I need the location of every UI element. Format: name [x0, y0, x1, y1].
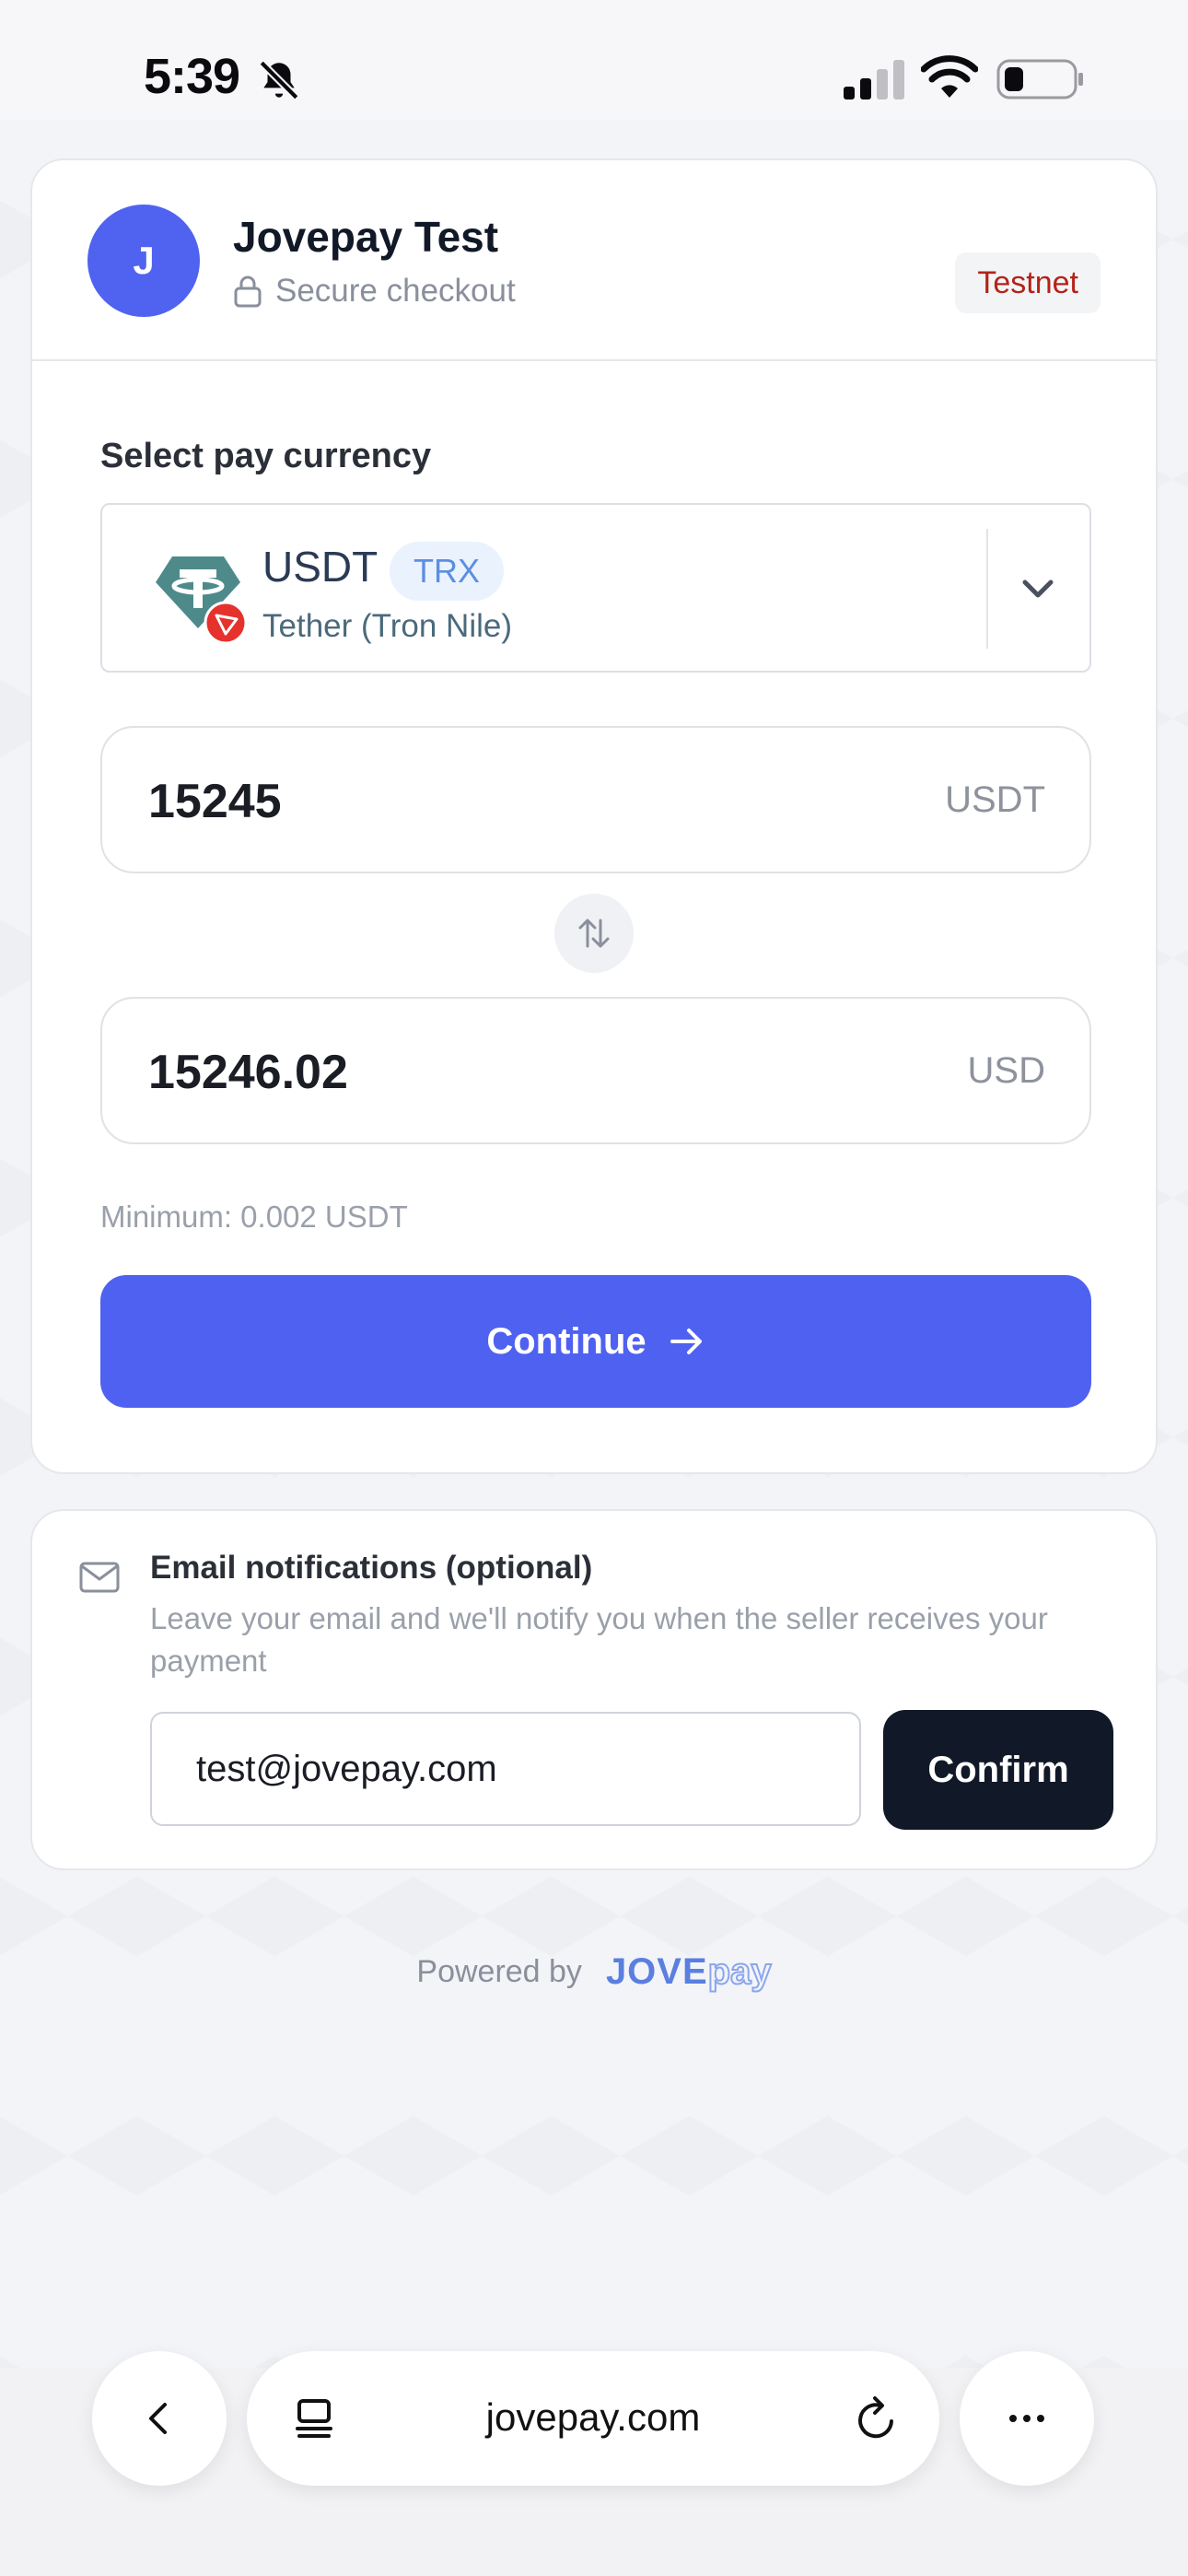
lock-icon — [234, 275, 262, 308]
secure-checkout-label: Secure checkout — [275, 273, 516, 309]
status-time: 5:39 — [144, 49, 240, 104]
jovepay-logo[interactable]: JOVE pay — [605, 1950, 773, 1993]
fiat-amount-input[interactable]: 15246.02 USD — [100, 997, 1091, 1144]
crypto-amount-value: 15245 — [148, 775, 282, 828]
tether-tron-icon — [156, 556, 248, 645]
bell-muted-icon — [259, 60, 299, 100]
cellular-signal-icon — [844, 60, 904, 100]
powered-by-label: Powered by — [416, 1954, 582, 1989]
back-button[interactable] — [92, 2351, 227, 2486]
address-bar[interactable]: jovepay.com — [247, 2351, 939, 2486]
currency-code: USDT — [262, 543, 379, 591]
currency-select[interactable]: USDT TRX Tether (Tron Nile) — [100, 503, 1091, 673]
continue-label: Continue — [486, 1320, 646, 1362]
crypto-amount-unit: USDT — [945, 779, 1045, 820]
wifi-icon — [921, 55, 978, 98]
url-text: jovepay.com — [485, 2395, 701, 2439]
mail-icon — [79, 1562, 120, 1593]
swap-arrows-icon — [578, 919, 610, 948]
fiat-amount-value: 15246.02 — [148, 1046, 348, 1099]
confirm-button[interactable]: Confirm — [883, 1710, 1113, 1830]
select-currency-label: Select pay currency — [100, 437, 432, 475]
merchant-name: Jovepay Test — [233, 213, 499, 261]
testnet-badge: Testnet — [955, 252, 1101, 313]
more-options-button[interactable] — [960, 2351, 1094, 2486]
status-bar: 5:39 — [0, 0, 1188, 120]
chevron-left-icon — [149, 2403, 167, 2434]
powered-by: Powered by JOVE pay — [0, 1950, 1188, 1993]
crypto-amount-input[interactable]: 15245 USDT — [100, 726, 1091, 873]
minimum-amount-note: Minimum: 0.002 USDT — [100, 1200, 408, 1234]
email-field[interactable]: test@jovepay.com — [150, 1712, 861, 1826]
reload-icon[interactable] — [853, 2394, 901, 2443]
chevron-down-icon[interactable] — [1018, 573, 1058, 606]
brand-secondary: pay — [707, 1950, 773, 1993]
email-description: Leave your email and we'll notify you wh… — [150, 1601, 1048, 1678]
swap-button[interactable] — [554, 894, 634, 973]
more-dots-icon — [1009, 2415, 1044, 2422]
fiat-amount-unit: USD — [967, 1050, 1045, 1091]
battery-icon — [996, 59, 1083, 100]
currency-name: Tether (Tron Nile) — [262, 608, 512, 644]
merchant-avatar: J — [87, 205, 200, 317]
email-notifications-card: Email notifications (optional) Leave you… — [30, 1509, 1158, 1870]
secure-checkout: Secure checkout — [233, 273, 516, 310]
select-divider — [986, 529, 988, 649]
continue-button[interactable]: Continue — [100, 1275, 1091, 1408]
brand-primary: JOVE — [605, 1951, 708, 1992]
email-title: Email notifications (optional) — [150, 1550, 593, 1586]
network-badge: TRX — [390, 542, 504, 601]
checkout-card: J Jovepay Test Secure checkout Testnet S… — [30, 158, 1158, 1474]
merchant-header: J Jovepay Test Secure checkout Testnet — [32, 160, 1156, 361]
arrow-right-icon — [670, 1329, 702, 1354]
